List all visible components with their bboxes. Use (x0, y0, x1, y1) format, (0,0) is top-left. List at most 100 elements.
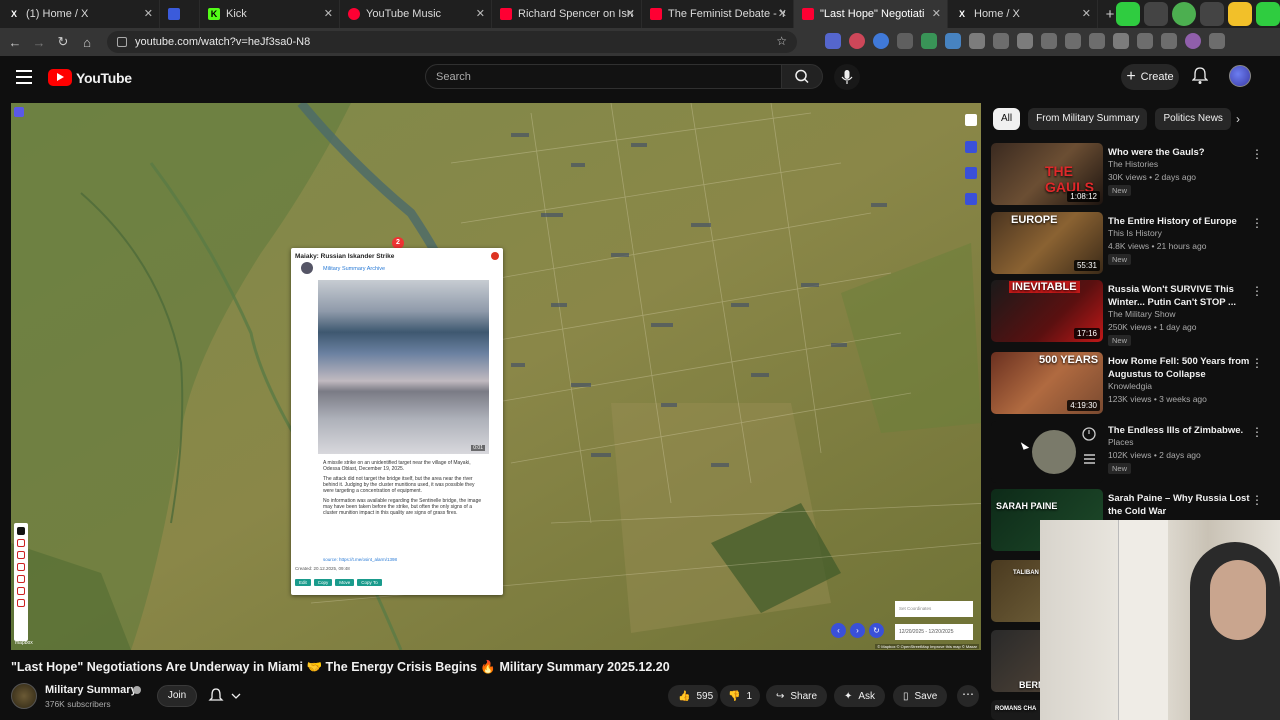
puzzle-icon[interactable] (1017, 33, 1033, 49)
save-button[interactable]: ▯ Save (893, 685, 948, 707)
home-icon[interactable]: ⌂ (75, 35, 99, 50)
kebab-menu-icon[interactable]: ⋮ (1251, 284, 1263, 298)
video-thumbnail[interactable]: EUROPE 55:31 (991, 212, 1103, 274)
video-thumbnail[interactable] (991, 421, 1103, 483)
dislike-button[interactable]: 👎 1 (720, 685, 760, 707)
next-date-icon[interactable]: › (850, 623, 865, 638)
kebab-menu-icon[interactable]: ⋮ (1251, 425, 1263, 439)
extension-icon[interactable] (1200, 2, 1224, 26)
video-thumbnail[interactable]: THE GAULS 1:08:12 (991, 143, 1103, 205)
close-icon[interactable]: ✕ (778, 7, 787, 20)
back-icon[interactable]: ← (3, 35, 27, 50)
subscription-bell-button[interactable] (207, 687, 247, 705)
youtube-logo[interactable]: YouTube (48, 69, 132, 86)
video-thumbnail[interactable]: INEVITABLE 17:16 (991, 280, 1103, 342)
extension-icon[interactable] (921, 33, 937, 49)
extension-icon[interactable] (825, 33, 841, 49)
kick-extension-icon[interactable] (1116, 2, 1140, 26)
pin-tool-icon[interactable] (17, 599, 25, 607)
measure-tool-icon[interactable] (17, 587, 25, 595)
map-grid-icon[interactable] (965, 167, 977, 179)
copy-to-button[interactable]: Copy To (357, 579, 382, 586)
extension-icon[interactable] (1144, 2, 1168, 26)
map-settings-icon[interactable] (14, 107, 24, 117)
account-avatar[interactable] (1229, 65, 1251, 87)
site-info-icon[interactable] (117, 37, 127, 47)
extension-icon[interactable] (873, 33, 889, 49)
copy-button[interactable]: Copy (313, 579, 333, 586)
play-extension-icon[interactable] (1172, 2, 1196, 26)
code-icon[interactable] (1089, 33, 1105, 49)
channel-avatar[interactable] (11, 683, 37, 709)
tab-feminist-debate[interactable]: The Feminist Debate - YouTu ✕ (642, 0, 794, 28)
map-nav-icon[interactable] (965, 141, 977, 153)
chevron-right-icon[interactable]: › (1236, 112, 1240, 126)
menu-icon[interactable] (1161, 33, 1177, 49)
share-button[interactable]: ↪ Share (766, 685, 828, 707)
map-layer-icon[interactable] (965, 114, 977, 126)
more-actions-icon[interactable]: ⋯ (957, 685, 979, 707)
recommendation-item[interactable]: 500 YEARS 4:19:30 How Rome Fell: 500 Yea… (991, 352, 1263, 416)
extension-icon[interactable] (897, 33, 913, 49)
reload-icon[interactable]: ↻ (51, 34, 75, 50)
close-icon[interactable]: ✕ (324, 7, 333, 20)
map-list-icon[interactable] (965, 193, 977, 205)
like-button[interactable]: 👍 595 (668, 685, 718, 707)
video-player[interactable]: 2 Maiaky: Russian Iskander Strike Milita… (11, 103, 981, 650)
tab-x-home-2[interactable]: X Home / X ✕ (948, 0, 1098, 28)
chip-all[interactable]: All (993, 108, 1021, 130)
forward-icon[interactable]: → (27, 35, 51, 50)
extension-icon[interactable] (1137, 33, 1153, 49)
kick-extension-icon[interactable] (1256, 2, 1280, 26)
url-field[interactable]: youtube.com/watch?v=heJf3sa0-N8 ☆ (107, 31, 797, 53)
bookmark-star-icon[interactable]: ☆ (776, 34, 787, 48)
search-button[interactable] (781, 64, 823, 89)
close-icon[interactable]: ✕ (476, 7, 485, 20)
recommendation-item[interactable]: EUROPE 55:31 The Entire History of Europ… (991, 212, 1263, 276)
marker-tool-icon[interactable] (17, 539, 25, 547)
popup-close-icon[interactable] (491, 252, 499, 260)
extension-icon[interactable] (969, 33, 985, 49)
close-icon[interactable]: ✕ (626, 7, 635, 20)
hamburger-menu-icon[interactable] (16, 70, 32, 84)
extension-icon[interactable] (945, 33, 961, 49)
kebab-menu-icon[interactable]: ⋮ (1251, 493, 1263, 507)
line-tool-icon[interactable] (17, 563, 25, 571)
sidebar-icon[interactable] (1113, 33, 1129, 49)
tab-youtube-music[interactable]: YouTube Music ✕ (340, 0, 492, 28)
voice-search-button[interactable] (834, 64, 860, 90)
search-input[interactable]: Search (425, 64, 782, 89)
recommendation-item[interactable]: THE GAULS 1:08:12 Who were the Gauls? Th… (991, 143, 1263, 207)
ask-button[interactable]: ✦ Ask (834, 685, 886, 707)
chip-politics-news[interactable]: Politics News (1155, 108, 1231, 130)
recommendation-item[interactable]: INEVITABLE 17:16 Russia Won't SURVIVE Th… (991, 280, 1263, 346)
close-icon[interactable]: ✕ (1082, 7, 1091, 20)
move-button[interactable]: Move (335, 579, 355, 586)
chip-from-military-summary[interactable]: From Military Summary (1028, 108, 1148, 130)
kebab-menu-icon[interactable]: ⋮ (1251, 216, 1263, 230)
extension-icon[interactable] (993, 33, 1009, 49)
date-range-field[interactable]: 12/20/2025 - 12/20/2025 (895, 624, 973, 640)
recommendation-item[interactable]: The Endless Ills of Zimbabwe. Places 102… (991, 421, 1263, 485)
extension-icon[interactable] (849, 33, 865, 49)
tab-x-home[interactable]: X (1) Home / X ✕ (0, 0, 160, 28)
close-icon[interactable]: ✕ (144, 7, 153, 20)
tab-kick[interactable]: K Kick ✕ (200, 0, 340, 28)
tab-richard-spencer[interactable]: Richard Spencer on Israel, Ch ✕ (492, 0, 642, 28)
pen-tool-icon[interactable] (17, 551, 25, 559)
edit-button[interactable]: Edit (295, 579, 311, 586)
history-icon[interactable] (1041, 33, 1057, 49)
prev-date-icon[interactable]: ‹ (831, 623, 846, 638)
coordinates-input[interactable]: Set Coordinates (895, 601, 973, 617)
color-swatch-icon[interactable] (17, 527, 25, 535)
notifications-bell-icon[interactable] (1192, 67, 1208, 85)
tab-last-hope[interactable]: "Last Hope" Negotiations ✕ (794, 0, 948, 28)
kebab-menu-icon[interactable]: ⋮ (1251, 356, 1263, 370)
kebab-menu-icon[interactable]: ⋮ (1251, 147, 1263, 161)
channel-name[interactable]: Military Summary (45, 684, 137, 696)
tab-mail[interactable] (160, 0, 200, 28)
emoji-extension-icon[interactable] (1228, 2, 1252, 26)
refresh-date-icon[interactable]: ↻ (869, 623, 884, 638)
join-button[interactable]: Join (157, 685, 197, 707)
profile-icon[interactable] (1185, 33, 1201, 49)
